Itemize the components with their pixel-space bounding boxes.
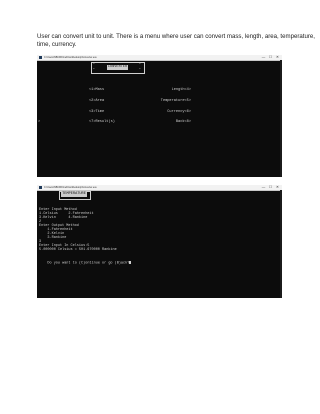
box-corner-mark: * — [93, 63, 95, 66]
box-corner-mark: * — [93, 68, 95, 71]
input-prompt: > — [38, 120, 41, 124]
description: User can convert unit to unit. There is … — [37, 33, 315, 49]
scrollbar[interactable] — [280, 190, 282, 298]
box-corner-mark: * — [139, 63, 141, 66]
console-app-icon — [39, 186, 42, 189]
console-prompt-line: Do you want to (C)ontinue or go (B)ack? — [39, 257, 132, 269]
maximize-button[interactable]: ☐ — [267, 185, 274, 190]
continue-prompt-text: Do you want to (C)ontinue or go (B)ack? — [47, 261, 130, 266]
temperature-box-title: TEMPERATURE — [61, 191, 87, 197]
console-line: 3.Rankine — [39, 236, 67, 240]
menu-item-temperature: Temperature<5> — [160, 99, 191, 103]
menu-item-back: Back<8> — [175, 120, 191, 124]
box-corner-mark: * — [139, 68, 141, 71]
converter-box-title: CONVERTER — [107, 64, 128, 70]
window-title: C:\Users\NBCM\OneDrive\Desktop\Converter… — [44, 186, 97, 189]
console-app-icon — [39, 56, 42, 59]
window-title: C:\Users\NBCM\OneDrive\Desktop\Converter… — [44, 56, 97, 59]
minimize-button[interactable]: — — [260, 185, 267, 190]
title-bar: C:\Users\NBCM\OneDrive\Desktop\Converter… — [37, 55, 282, 61]
menu-item-currency: Currency<6> — [167, 110, 191, 114]
menu-item-results: <7>Result(s) — [89, 120, 115, 124]
maximize-button[interactable]: ☐ — [267, 55, 274, 60]
scrollbar[interactable] — [280, 60, 282, 177]
description-line-1: User can convert unit to unit. There is … — [37, 33, 315, 40]
menu-item-mass: <1>Mass — [89, 88, 105, 92]
minimize-button[interactable]: — — [260, 55, 267, 60]
console-window-temperature: C:\Users\NBCM\OneDrive\Desktop\Converter… — [37, 185, 282, 298]
console-line: 3.Kelvin 4.Rankine — [39, 216, 88, 220]
text-cursor — [129, 261, 132, 264]
console-line: 5.000000 Celsius = 501.670000 Rankine — [39, 248, 117, 252]
menu-item-area: <2>Area — [89, 99, 105, 103]
menu-item-time: <3>Time — [89, 110, 105, 114]
description-line-2: time, currency. — [37, 41, 77, 49]
console-window-converter-menu: C:\Users\NBCM\OneDrive\Desktop\Converter… — [37, 55, 282, 177]
menu-item-length: Length<4> — [171, 88, 191, 92]
